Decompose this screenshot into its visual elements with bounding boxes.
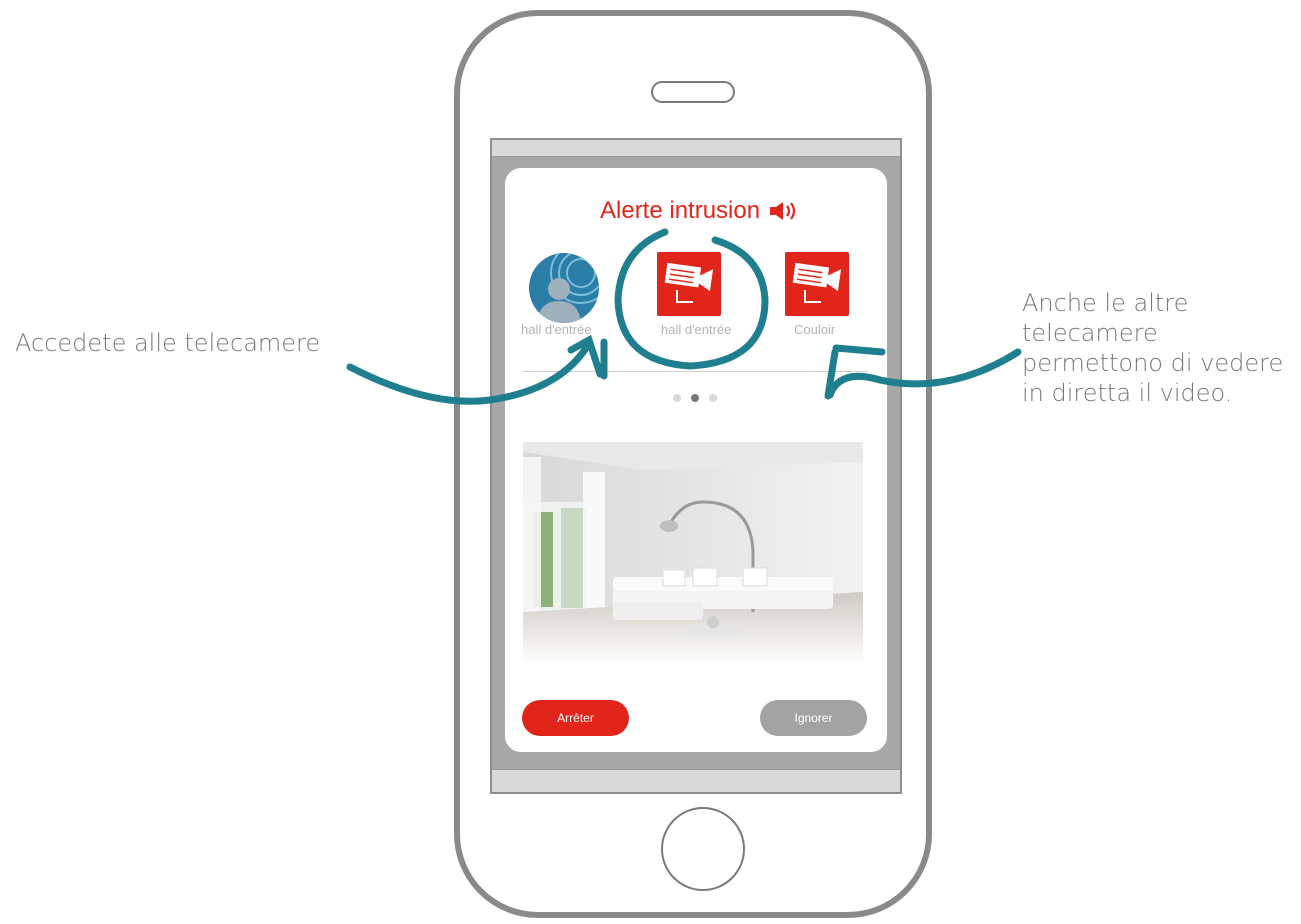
- camera-label-left: hall d'entrée: [521, 322, 592, 337]
- annotation-right-line: in diretta il video.: [1022, 379, 1233, 407]
- phone-speaker-slot: [651, 81, 735, 103]
- home-button[interactable]: [661, 807, 745, 891]
- security-camera-icon: [664, 262, 714, 303]
- camera-tile-hall[interactable]: [657, 252, 721, 316]
- pagination-dot-active[interactable]: [691, 394, 699, 402]
- camera-label-couloir: Couloir: [794, 322, 836, 337]
- annotation-right-line: telecamere: [1022, 319, 1158, 347]
- live-camera-view[interactable]: [523, 442, 863, 664]
- user-avatar-icon[interactable]: [529, 253, 599, 323]
- pagination-dot[interactable]: [673, 394, 681, 402]
- annotation-right-line: Anche le altre: [1022, 289, 1189, 317]
- ignore-button[interactable]: Ignorer: [760, 700, 867, 736]
- stop-button[interactable]: Arrêter: [522, 700, 629, 736]
- bottom-bar: [492, 769, 900, 792]
- alert-title: Alerte intrusion: [600, 194, 802, 228]
- annotation-right-line: permettono di vedere: [1022, 349, 1284, 377]
- alert-title-text: Alerte intrusion: [600, 197, 761, 224]
- camera-tile-couloir[interactable]: [785, 252, 849, 316]
- alarm-speaker-icon: [770, 202, 796, 220]
- carousel-divider: [522, 371, 868, 372]
- annotation-left: Accedete alle telecamere: [15, 329, 321, 357]
- camera-label-hall: hall d'entrée: [661, 322, 732, 337]
- annotation-right: Anche le altre telecamere permettono di …: [1022, 288, 1292, 408]
- pagination-dot[interactable]: [709, 394, 717, 402]
- status-bar: [492, 140, 900, 157]
- pagination-dots: [673, 394, 717, 402]
- security-camera-icon: [792, 262, 842, 303]
